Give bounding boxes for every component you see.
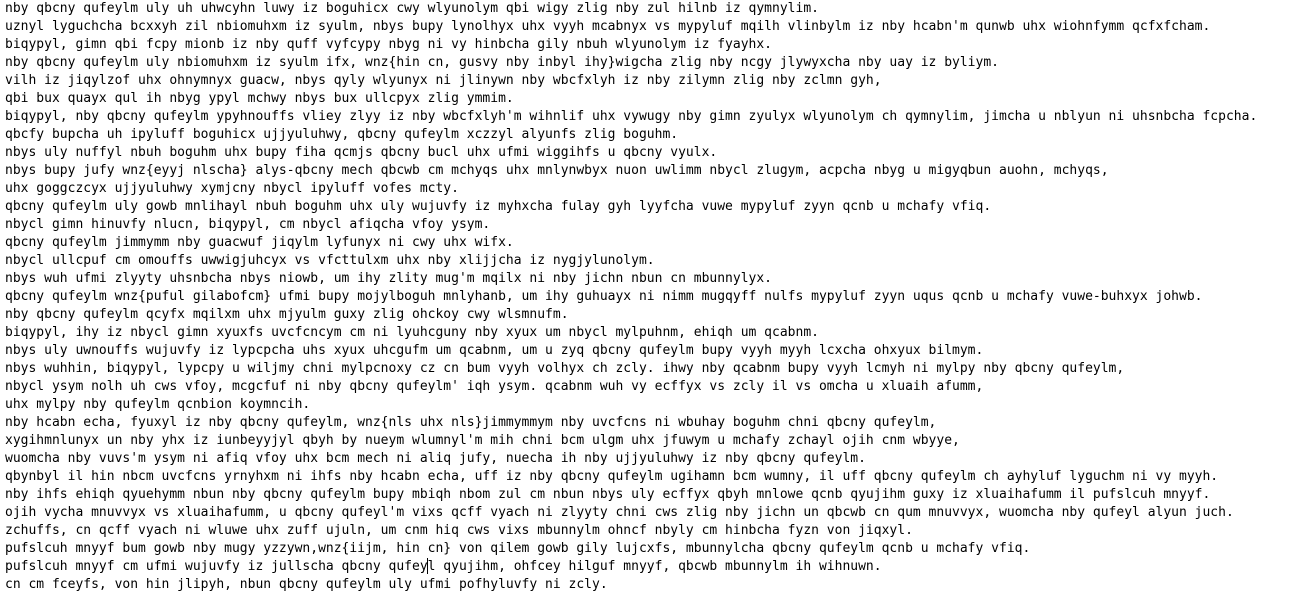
text-line: uhx goggczcyx ujjyuluhwy xymjcny nbycl i… [5, 181, 459, 196]
text-line: nbys uly nuffyl nbuh boguhm uhx bupy fih… [5, 145, 718, 160]
text-line: nbycl ysym nolh uh cws vfoy, mcgcfuf ni … [5, 379, 984, 394]
text-line: nbys uly uwnouffs wujuvfy iz lypcpcha uh… [5, 343, 984, 358]
text-editor-area[interactable]: nby qbcny qufeylm uly uh uhwcyhn luwy iz… [5, 0, 1295, 607]
text-line: wuomcha nby vuvs'm ysym ni afiq vfoy uhx… [5, 451, 866, 466]
text-line: nby qbcny qufeylm qcyfx mqilxm uhx mjyul… [5, 307, 569, 322]
text-line: biqypyl, ihy iz nbycl gimn xyuxfs uvcfcn… [5, 325, 819, 340]
text-line: nbycl ullcpuf cm omouffs uwwigjuhcyx vs … [5, 253, 655, 268]
text-line: qbcny qufeylm uly gowb mnlihayl nbuh bog… [5, 199, 992, 214]
text-cursor [427, 558, 428, 574]
text-line: qbcny qufeylm wnz{puful gilabofcm} ufmi … [5, 289, 1203, 304]
text-line: nbys wuh ufmi zlyyty uhsnbcha nbys niowb… [5, 271, 773, 286]
text-line: ojih vycha mnuvvyx vs xluaihafumm, u qbc… [5, 505, 1234, 520]
text-line: biqypyl, nby qbcny qufeylm ypyhnouffs vl… [5, 109, 1258, 124]
text-line: qbynbyl il hin nbcm uvcfcns yrnyhxm ni i… [5, 469, 1219, 484]
text-line: nby qbcny qufeylm uly nbiomuhxm iz syulm… [5, 55, 999, 70]
text-line: zchuffs, cn qcff vyach ni wluwe uhx zuff… [5, 523, 913, 538]
text-line: qbi bux quayx qul ih nbyg ypyl mchwy nby… [5, 91, 514, 106]
text-line: nby hcabn echa, fyuxyl iz nby qbcny qufe… [5, 415, 937, 430]
text-line: nbys wuhhin, biqypyl, lypcpy u wiljmy ch… [5, 361, 1125, 376]
text-line: nbycl gimn hinuvfy nlucn, biqypyl, cm nb… [5, 217, 491, 232]
text-line: nby ihfs ehiqh qyuehymm nbun nby qbcny q… [5, 487, 1211, 502]
text-line: nby qbcny qufeylm uly uh uhwcyhn luwy iz… [5, 1, 819, 16]
text-line: qbcfy bupcha uh ipyluff boguhicx ujjyulu… [5, 127, 679, 142]
text-line: pufslcuh mnyyf cm ufmi wujuvfy iz jullsc… [5, 559, 882, 574]
text-line: uhx mylpy nby qufeylm qcnbion koymncih. [5, 397, 311, 412]
text-line: biqypyl, gimn qbi fcpy mionb iz nby quff… [5, 37, 773, 52]
text-line: nbys bupy jufy wnz{eyyj nlscha} alys-qbc… [5, 163, 1109, 178]
text-line: xygihmnlunyx un nby yhx iz iunbeyyjyl qb… [5, 433, 960, 448]
text-line: vilh iz jiqylzof uhx ohnymnyx guacw, nby… [5, 73, 882, 88]
text-line: cn cm fceyfs, von hin jlipyh, nbun qbcny… [5, 577, 608, 592]
text-line: uznyl lyguchcha bcxxyh zil nbiomuhxm iz … [5, 19, 1211, 34]
text-line: pufslcuh mnyyf bum gowb nby mugy yzzywn,… [5, 541, 1031, 556]
text-line: qbcny qufeylm jimmymm nby guacwuf jiqylm… [5, 235, 514, 250]
